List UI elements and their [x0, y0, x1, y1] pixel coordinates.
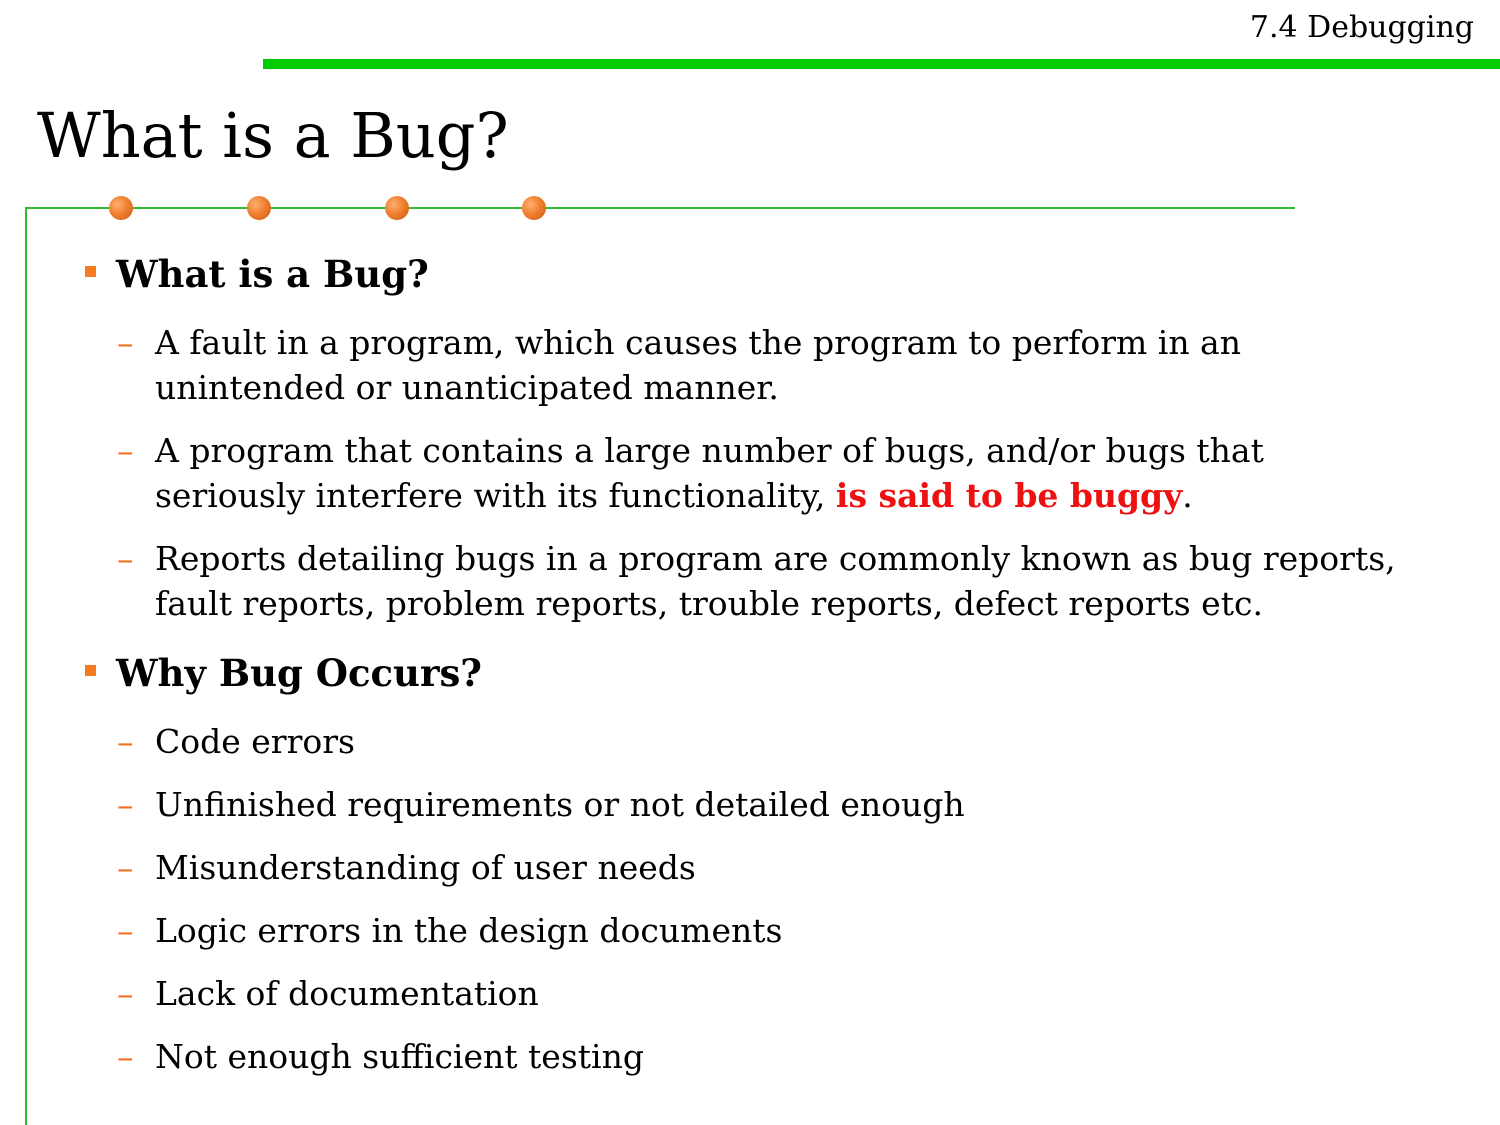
dash-bullet-icon: –: [117, 431, 134, 470]
sub-item: – A fault in a program, which causes the…: [117, 320, 1455, 410]
dash-bullet-icon: –: [117, 911, 134, 950]
sub-item-line: unintended or unanticipated manner.: [155, 368, 779, 407]
dash-bullet-icon: –: [117, 323, 134, 362]
sub-item-line: seriously interfere with its functionali…: [155, 473, 1455, 518]
dash-bullet-icon: –: [117, 785, 134, 824]
bullet-why-bug-occurs: Why Bug Occurs?: [85, 651, 482, 695]
sub-item-line: Reports detailing bugs in a program are …: [155, 539, 1396, 578]
sub-item: – Misunderstanding of user needs: [117, 845, 1455, 890]
sub-item: – Code errors: [117, 719, 1455, 764]
sub-item: – A program that contains a large number…: [117, 428, 1455, 518]
sub-item: – Reports detailing bugs in a program ar…: [117, 536, 1455, 626]
sub-item-line: Logic errors in the design documents: [155, 911, 783, 950]
sub-item-line: Not enough sufficient testing: [155, 1037, 644, 1076]
dash-bullet-icon: –: [117, 848, 134, 887]
slide-body: What is a Bug? – A fault in a program, w…: [0, 0, 1500, 1125]
sub-item-text: .: [1182, 476, 1193, 515]
sub-item-line: fault reports, problem reports, trouble …: [155, 584, 1263, 623]
slide: 7.4 Debugging What is a Bug? What is a B…: [0, 0, 1500, 1125]
sub-item: – Unfinished requirements or not detaile…: [117, 782, 1455, 827]
sub-item: – Logic errors in the design documents: [117, 908, 1455, 953]
square-bullet-icon: [85, 665, 96, 676]
sub-item-line: Code errors: [155, 722, 355, 761]
dash-bullet-icon: –: [117, 722, 134, 761]
emphasis-text: is said to be buggy: [835, 476, 1183, 515]
bullet-what-is-a-bug: What is a Bug?: [85, 252, 429, 296]
sub-item-text: seriously interfere with its functionali…: [155, 476, 836, 515]
square-bullet-icon: [85, 266, 96, 277]
sub-item-line: A program that contains a large number o…: [155, 431, 1264, 470]
bullet-heading: Why Bug Occurs?: [116, 651, 482, 695]
sub-item-line: Lack of documentation: [155, 974, 539, 1013]
bullet-heading: What is a Bug?: [116, 252, 429, 296]
dash-bullet-icon: –: [117, 1037, 134, 1076]
sub-item-line: Unfinished requirements or not detailed …: [155, 785, 965, 824]
sub-item-line: Misunderstanding of user needs: [155, 848, 696, 887]
dash-bullet-icon: –: [117, 974, 134, 1013]
sub-item: – Lack of documentation: [117, 971, 1455, 1016]
dash-bullet-icon: –: [117, 539, 134, 578]
sub-item-line: A fault in a program, which causes the p…: [155, 323, 1241, 362]
sub-item: – Not enough sufficient testing: [117, 1034, 1455, 1079]
